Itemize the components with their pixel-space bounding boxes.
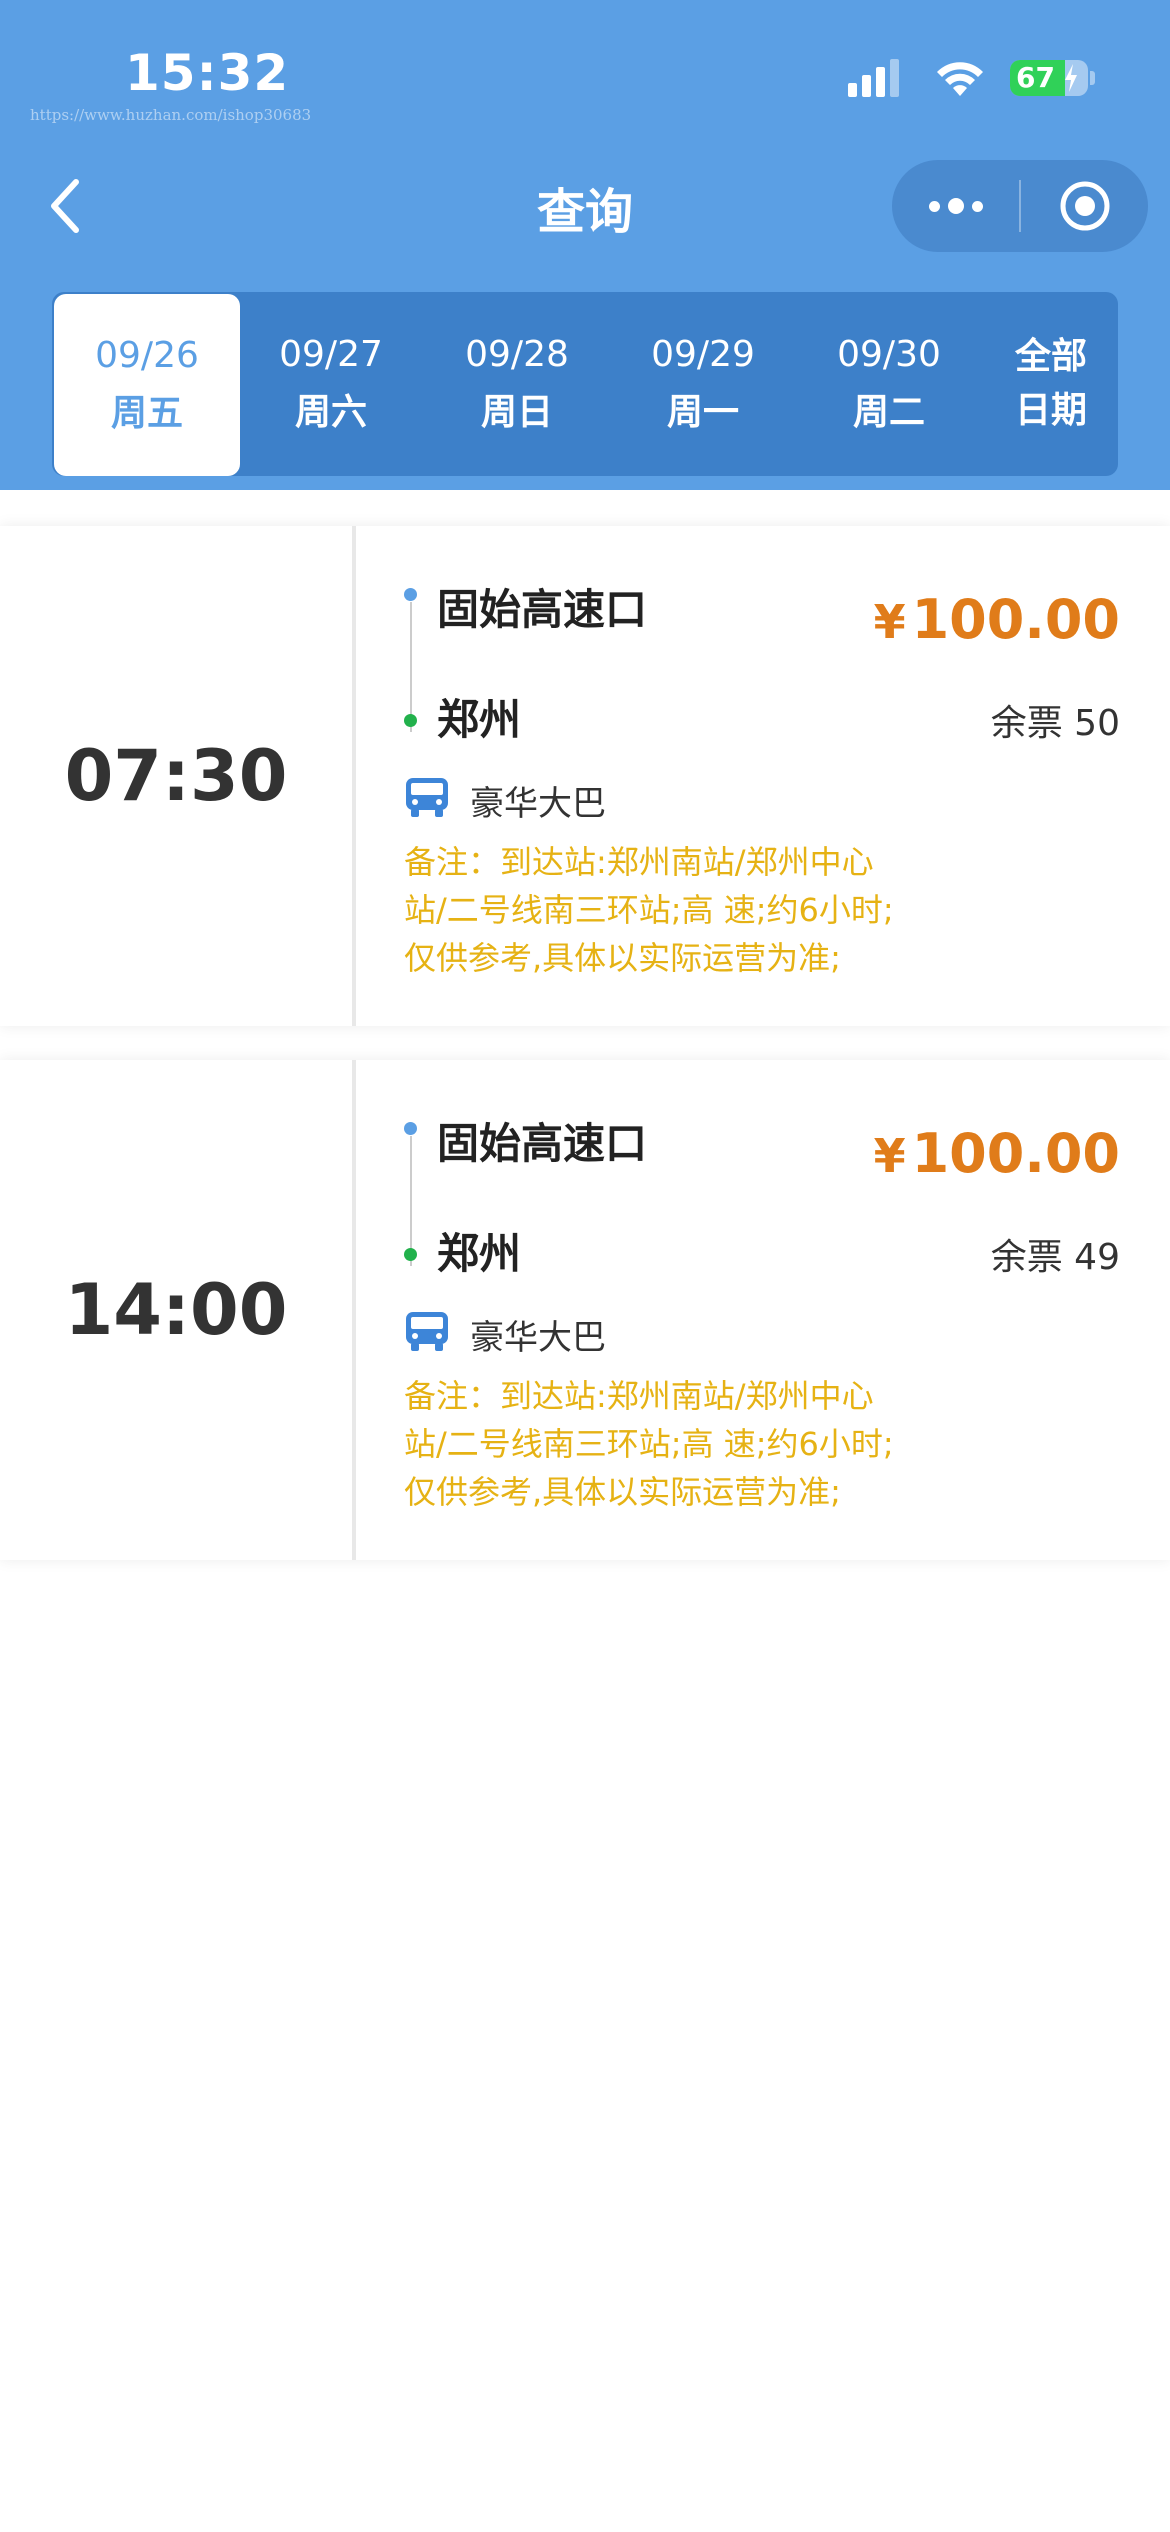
destination-dot-icon — [404, 1248, 417, 1261]
bus-icon — [406, 778, 448, 817]
destination-station: 郑州 — [437, 1229, 522, 1278]
close-miniprogram-button[interactable] — [1021, 160, 1148, 252]
status-icons: 67 — [848, 58, 1095, 98]
origin-station: 固始高速口 — [437, 585, 648, 634]
target-circle-icon — [1060, 181, 1109, 231]
battery-icon: 67 — [1010, 60, 1088, 96]
date-tab-4[interactable]: 09/30 周二 — [796, 292, 982, 476]
battery-level: 67 — [1016, 61, 1055, 94]
date-tab-0[interactable]: 09/26 周五 — [54, 294, 240, 476]
date-label: 09/26 — [95, 335, 199, 376]
remaining-tickets: 余票 49 — [990, 1237, 1120, 1278]
weekday-label: 周一 — [666, 392, 739, 433]
ticket-price: ¥100.00 — [873, 588, 1120, 651]
all-dates-button[interactable]: 全部 日期 — [984, 292, 1118, 476]
destination-station: 郑州 — [437, 695, 522, 744]
departure-time: 07:30 — [64, 735, 288, 817]
miniprogram-capsule — [892, 160, 1148, 252]
charging-bolt-icon — [1065, 64, 1077, 92]
more-button[interactable] — [892, 160, 1019, 252]
ticket-price: ¥100.00 — [873, 1122, 1120, 1185]
date-tab-1[interactable]: 09/27 周六 — [238, 292, 424, 476]
trip-card[interactable]: 07:30 固始高速口 郑州 ¥100.00 余票 50 豪华大巴 备注：到达站… — [0, 526, 1170, 1026]
header: 15:32 https://www.huzhan.com/ishop30683 … — [0, 0, 1170, 490]
bus-type: 豪华大巴 — [470, 1318, 606, 1358]
weekday-label: 周二 — [852, 392, 925, 433]
date-label: 09/29 — [651, 334, 755, 375]
cellular-signal-icon — [848, 59, 904, 97]
trip-note: 备注：到达站:郑州南站/郑州中心站/二号线南三环站;高 速;约6小时;仅供参考,… — [404, 1377, 894, 1511]
weekday-label: 周六 — [294, 392, 367, 433]
date-tab-2[interactable]: 09/28 周日 — [424, 292, 610, 476]
date-label: 09/28 — [465, 334, 569, 375]
bus-type: 豪华大巴 — [470, 784, 606, 824]
date-tab-3[interactable]: 09/29 周一 — [610, 292, 796, 476]
destination-dot-icon — [404, 714, 417, 727]
status-time: 15:32 — [125, 44, 290, 102]
watermark-text: https://www.huzhan.com/ishop30683 — [30, 106, 312, 124]
origin-dot-icon — [404, 1122, 417, 1135]
origin-station: 固始高速口 — [437, 1119, 648, 1168]
origin-dot-icon — [404, 588, 417, 601]
weekday-label: 周日 — [480, 392, 553, 433]
weekday-label: 周五 — [110, 393, 183, 434]
date-label: 09/27 — [279, 334, 383, 375]
date-label: 09/30 — [837, 334, 941, 375]
wifi-icon — [937, 62, 983, 96]
date-selector: 09/26 周五 09/27 周六 09/28 周日 09/29 周一 09/3… — [52, 292, 1118, 476]
trip-card[interactable]: 14:00 固始高速口 郑州 ¥100.00 余票 49 豪华大巴 备注：到达站… — [0, 1060, 1170, 1560]
more-dots-icon — [925, 198, 987, 214]
departure-time: 14:00 — [64, 1269, 288, 1351]
bus-icon — [406, 1312, 448, 1351]
remaining-tickets: 余票 50 — [990, 703, 1120, 744]
trip-note: 备注：到达站:郑州南站/郑州中心站/二号线南三环站;高 速;约6小时;仅供参考,… — [404, 843, 894, 977]
